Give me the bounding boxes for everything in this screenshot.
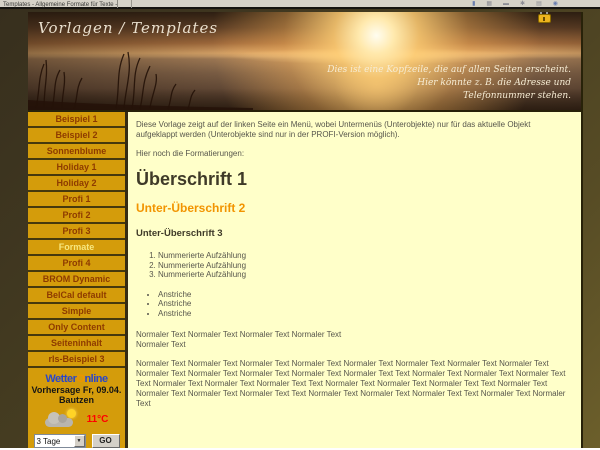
numbered-list: Nummerierte Aufzählung Nummerierte Aufzä… [158, 251, 572, 280]
heading-1: Überschrift 1 [136, 169, 572, 189]
page-background: Vorlagen / Templates Dies ist eine Kopfz… [0, 9, 600, 448]
sidebar-item-brom-dynamic[interactable]: BROM Dynamic [28, 272, 125, 288]
normal-text-short: Normaler Text Normaler Text Normaler Tex… [136, 330, 572, 350]
forecast-city: Bautzen [28, 395, 125, 405]
tagline-line: Dies ist eine Kopfzeile, die auf allen S… [327, 64, 571, 77]
numbered-list-item: Nummerierte Aufzählung [158, 251, 572, 261]
temperature-value: 11°C [87, 414, 109, 425]
bullet-list-item: Anstriche [158, 299, 572, 309]
browser-tab[interactable]: Templates - Allgemeine Formate für Texte… [0, 0, 118, 8]
sidebar-item-beispiel-2[interactable]: Beispiel 2 [28, 128, 125, 144]
beach-grass-silhouette [28, 48, 253, 110]
sidebar-item-profi-3[interactable]: Profi 3 [28, 224, 125, 240]
heading-3: Unter-Überschrift 3 [136, 229, 572, 239]
columns: Beispiel 1 Beispiel 2 Sonnenblume Holida… [28, 110, 581, 448]
bullet-list-item: Anstriche [158, 290, 572, 300]
sun-behind-cloud-icon [45, 412, 77, 427]
browser-toolbar-icons: ▮ ▦ ▬ ✱ ▤ ◉ [472, 0, 558, 8]
lock-icon[interactable] [538, 12, 551, 23]
sidebar-item-simple[interactable]: Simple [28, 304, 125, 320]
tagline-line: Telefonnummer stehen. [327, 90, 571, 103]
normal-text-block: Normaler Text Normaler Text Normaler Tex… [136, 359, 572, 409]
tagline-line: Hier könnte z. B. die Adresse und [327, 77, 571, 90]
sidebar-item-belcal-default[interactable]: BelCal default [28, 288, 125, 304]
numbered-list-item: Nummerierte Aufzählung [158, 270, 572, 280]
forecast-date: Vorhersage Fr, 09.04. [28, 385, 125, 395]
heading-2: Unter-Überschrift 2 [136, 203, 572, 213]
wetteronline-logo[interactable]: WetterOnline [28, 373, 125, 385]
minimize-icon[interactable]: ▬ [503, 0, 509, 8]
site-title: Vorlagen / Templates [38, 19, 218, 37]
sidebar-item-seiteninhalt[interactable]: Seiteninhalt [28, 336, 125, 352]
intro-paragraph: Diese Vorlage zeigt auf der linken Seite… [136, 120, 572, 140]
header-image: Vorlagen / Templates Dies ist eine Kopfz… [28, 12, 581, 110]
browser-tab-stub[interactable] [118, 0, 132, 8]
browser-tab-bar: Templates - Allgemeine Formate für Texte… [0, 0, 600, 9]
sidebar-item-profi-4[interactable]: Profi 4 [28, 256, 125, 272]
numbered-list-item: Nummerierte Aufzählung [158, 261, 572, 271]
sidebar-menu: Beispiel 1 Beispiel 2 Sonnenblume Holida… [28, 112, 125, 448]
sidebar-item-holiday-1[interactable]: Holiday 1 [28, 160, 125, 176]
sidebar-item-holiday-2[interactable]: Holiday 2 [28, 176, 125, 192]
sidebar-item-beispiel-1[interactable]: Beispiel 1 [28, 112, 125, 128]
chevron-down-icon[interactable]: ▼ [74, 435, 85, 447]
page-icon[interactable]: ▤ [536, 0, 542, 8]
sidebar-item-formate[interactable]: Formate [28, 240, 125, 256]
formats-intro: Hier noch die Formatierungen: [136, 149, 572, 159]
site-container: Vorlagen / Templates Dies ist eine Kopfz… [28, 12, 583, 448]
sidebar-item-profi-1[interactable]: Profi 1 [28, 192, 125, 208]
sidebar-item-profi-2[interactable]: Profi 2 [28, 208, 125, 224]
bookmark-icon[interactable]: ▮ [472, 0, 475, 8]
screen: Templates - Allgemeine Formate für Texte… [0, 0, 600, 450]
panels-icon[interactable]: ▦ [486, 0, 492, 8]
bullet-list-item: Anstriche [158, 309, 572, 319]
weather-widget: WetterOnline Vorhersage Fr, 09.04. Bautz… [28, 368, 125, 448]
help-icon[interactable]: ◉ [553, 0, 558, 8]
forecast-range-select[interactable]: 3 Tage ▼ [34, 434, 86, 448]
header-tagline: Dies ist eine Kopfzeile, die auf allen S… [327, 64, 571, 103]
settings-icon[interactable]: ✱ [520, 0, 525, 8]
go-button[interactable]: GO [92, 434, 120, 448]
main-content: Diese Vorlage zeigt auf der linken Seite… [128, 112, 581, 448]
browser-tab-title: Templates - Allgemeine Formate für Texte… [3, 2, 118, 8]
sidebar-item-rls-beispiel-3[interactable]: rls-Beispiel 3 [28, 352, 125, 368]
sidebar-item-sonnenblume[interactable]: Sonnenblume [28, 144, 125, 160]
sidebar-item-only-content[interactable]: Only Content [28, 320, 125, 336]
bullet-list: Anstriche Anstriche Anstriche [158, 290, 572, 319]
